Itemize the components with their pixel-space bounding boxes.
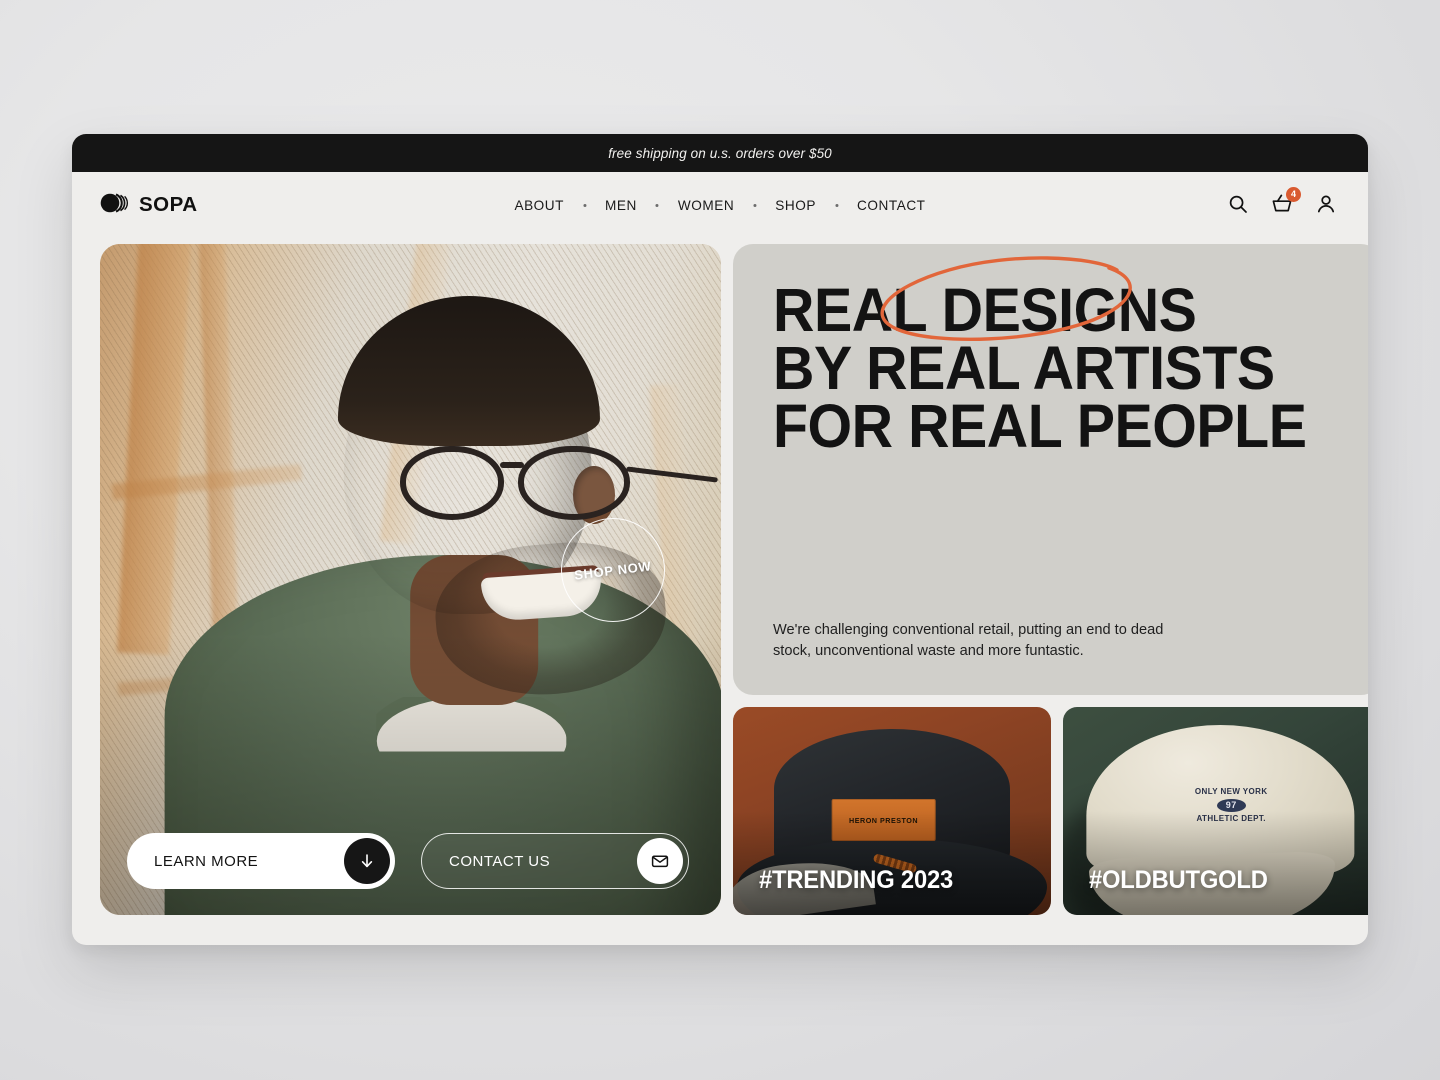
header-actions: 4	[1226, 187, 1338, 217]
product-card-row: HERON PRESTON #TRENDING 2023 ONLY NEW YO…	[733, 707, 1368, 915]
announcement-text: free shipping on u.s. orders over $50	[608, 145, 832, 161]
announcement-bar: free shipping on u.s. orders over $50	[72, 134, 1368, 172]
nav-item-contact[interactable]: CONTACT	[847, 192, 936, 219]
shop-now-badge[interactable]: SHOP NOW	[561, 518, 665, 622]
contact-us-button[interactable]: CONTACT US	[421, 833, 689, 889]
nav-item-about[interactable]: ABOUT	[504, 192, 574, 219]
concentric-circles-logo-icon	[100, 192, 130, 219]
product-card-oldbutgold[interactable]: ONLY NEW YORK 97 ATHLETIC DEPT. #OLDBUTG…	[1062, 707, 1368, 915]
cart-count-badge: 4	[1286, 187, 1301, 202]
product-card-tag: #TRENDING 2023	[759, 866, 954, 894]
headline-subtext: We're challenging conventional retail, p…	[773, 622, 1164, 659]
nav-item-shop[interactable]: SHOP	[765, 192, 826, 219]
hero-cta-group: LEARN MORE CONTACT US	[127, 833, 689, 889]
brand-logo[interactable]: SOPA	[100, 192, 198, 219]
envelope-icon	[637, 838, 683, 884]
page-title: REAL DESIGNS BY REAL ARTISTS FOR REAL PE…	[773, 276, 1307, 460]
browser-window: free shipping on u.s. orders over $50 SO…	[72, 134, 1368, 945]
cart-button[interactable]: 4	[1270, 187, 1301, 217]
contact-us-label: CONTACT US	[449, 852, 551, 870]
nav-separator-dot	[583, 203, 587, 207]
nav-separator-dot	[655, 203, 659, 207]
user-icon	[1316, 194, 1336, 217]
headline-line-3: FOR REAL PEOPLE	[773, 391, 1307, 460]
hero-image-card[interactable]: SHOP NOW LEARN MORE CONTACT US	[100, 244, 721, 915]
brand-name: SOPA	[139, 193, 198, 216]
product-card-trending[interactable]: HERON PRESTON #TRENDING 2023	[733, 707, 1051, 915]
nav-item-men[interactable]: MEN	[595, 192, 647, 219]
main-content: SHOP NOW LEARN MORE CONTACT US REAL DESI…	[72, 238, 1368, 945]
product-card-tag: #OLDBUTGOLD	[1088, 866, 1268, 894]
nav-separator-dot	[835, 203, 838, 207]
nav-separator-dot	[753, 203, 757, 207]
site-header: SOPA ABOUT MEN WOMEN SHOP CONTACT 4	[72, 172, 1368, 238]
headline-line-2: BY REAL ARTISTS	[773, 333, 1275, 402]
arrow-down-icon	[344, 838, 390, 884]
search-button[interactable]	[1226, 193, 1250, 217]
nav-item-women[interactable]: WOMEN	[668, 192, 744, 219]
learn-more-label: LEARN MORE	[154, 852, 259, 870]
shop-now-label: SHOP NOW	[573, 557, 653, 583]
main-nav: ABOUT MEN WOMEN SHOP CONTACT	[504, 192, 935, 219]
account-button[interactable]	[1314, 193, 1338, 217]
headline-card: REAL DESIGNS BY REAL ARTISTS FOR REAL PE…	[733, 244, 1368, 695]
learn-more-button[interactable]: LEARN MORE	[127, 833, 395, 889]
search-icon	[1228, 194, 1248, 217]
right-column: REAL DESIGNS BY REAL ARTISTS FOR REAL PE…	[733, 244, 1368, 915]
headline-line-1: REAL DESIGNS	[773, 276, 1197, 344]
